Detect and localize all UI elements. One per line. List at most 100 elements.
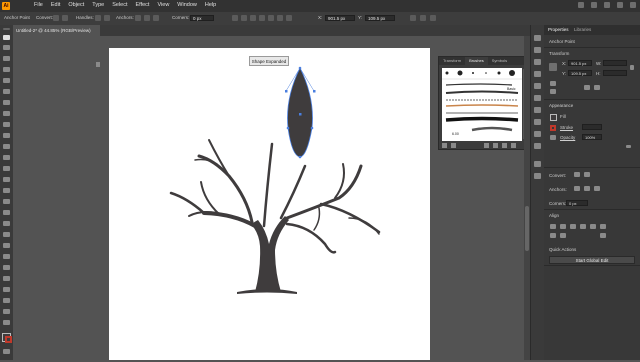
- draw-mode-icon[interactable]: [3, 349, 10, 354]
- magic-wand-tool-icon[interactable]: [3, 56, 10, 61]
- hand-tool-icon[interactable]: [3, 309, 10, 314]
- stroke-label[interactable]: Stroke: [560, 125, 573, 130]
- stroke-weight-input[interactable]: [582, 124, 602, 130]
- flip-vertical-icon[interactable]: [594, 85, 600, 90]
- align-bottom-icon[interactable]: [286, 15, 292, 21]
- remove-stroke-icon[interactable]: [484, 143, 489, 148]
- align-left-icon[interactable]: [241, 15, 247, 21]
- align-top-icon[interactable]: [580, 224, 586, 229]
- convert-to-corner-icon[interactable]: [584, 172, 590, 177]
- transform-h-input[interactable]: [603, 70, 627, 76]
- align-icon[interactable]: [534, 161, 541, 167]
- transform-icon[interactable]: [420, 15, 426, 21]
- align-top-icon[interactable]: [268, 15, 274, 21]
- toolbar-grip[interactable]: [3, 28, 10, 30]
- zoom-tool-icon[interactable]: [3, 320, 10, 325]
- pencil-tool-icon[interactable]: [3, 144, 10, 149]
- rectangle-tool-icon[interactable]: [3, 122, 10, 127]
- curvature-tool-icon[interactable]: [3, 89, 10, 94]
- brush-libraries-icon[interactable]: [442, 143, 447, 148]
- symbol-sprayer-tool-icon[interactable]: [3, 276, 10, 281]
- constrain-proportions-icon[interactable]: [630, 65, 634, 70]
- tab-transform[interactable]: Transform: [439, 57, 465, 65]
- menu-type[interactable]: Type: [92, 2, 104, 8]
- align-center-icon[interactable]: [250, 15, 256, 21]
- convert-to-smooth-icon[interactable]: [574, 172, 580, 177]
- blend-tool-icon[interactable]: [3, 265, 10, 270]
- opacity-input[interactable]: 100%: [582, 134, 602, 140]
- selection-tool-icon[interactable]: [3, 35, 10, 40]
- transform-y-input[interactable]: 109.5 px: [568, 70, 592, 76]
- y-input[interactable]: 109.5 px: [365, 15, 395, 21]
- corners-input[interactable]: 0 px: [190, 15, 214, 21]
- delete-brush-icon[interactable]: [511, 143, 516, 148]
- align-right-icon[interactable]: [259, 15, 265, 21]
- align-right-icon[interactable]: [570, 224, 576, 229]
- scale-tool-icon[interactable]: [3, 177, 10, 182]
- free-transform-tool-icon[interactable]: [3, 199, 10, 204]
- new-brush-icon[interactable]: [502, 143, 507, 148]
- align-bottom-icon[interactable]: [600, 224, 606, 229]
- swatches-icon[interactable]: [534, 71, 541, 77]
- x-input[interactable]: 901.5 px: [325, 15, 355, 21]
- remove-anchor-icon[interactable]: [135, 15, 141, 21]
- gradient-tool-icon[interactable]: [3, 243, 10, 248]
- document-tab[interactable]: Untitled-2* @ 44.85% (RGB/Preview): [13, 25, 100, 36]
- menu-help[interactable]: Help: [205, 2, 216, 8]
- distribute-vertical-icon[interactable]: [560, 233, 566, 238]
- eraser-tool-icon[interactable]: [3, 155, 10, 160]
- tab-symbols[interactable]: Symbols: [488, 57, 511, 65]
- more-options-icon[interactable]: [626, 145, 631, 148]
- perspective-grid-tool-icon[interactable]: [3, 221, 10, 226]
- collapse-arrow-icon[interactable]: [96, 62, 100, 67]
- menu-file[interactable]: File: [34, 2, 43, 8]
- opacity-label[interactable]: Opacity: [560, 135, 575, 140]
- cut-path-icon[interactable]: [144, 15, 150, 21]
- layers-icon[interactable]: [534, 47, 541, 53]
- scrollbar-thumb[interactable]: [525, 206, 529, 251]
- handles-hide-icon[interactable]: [104, 15, 110, 21]
- remove-anchor-points-icon[interactable]: [574, 186, 580, 191]
- gradient-icon[interactable]: [534, 131, 541, 137]
- stroke-swatch-icon[interactable]: [5, 336, 12, 343]
- join-anchors-icon[interactable]: [594, 186, 600, 191]
- stroke-icon[interactable]: [534, 119, 541, 125]
- distribute-horizontal-icon[interactable]: [550, 233, 556, 238]
- mesh-tool-icon[interactable]: [3, 232, 10, 237]
- width-tool-icon[interactable]: [3, 188, 10, 193]
- menu-effect[interactable]: Effect: [136, 2, 150, 8]
- align-middle-icon[interactable]: [277, 15, 283, 21]
- convert-smooth-icon[interactable]: [53, 15, 59, 21]
- search-icon[interactable]: [591, 2, 597, 8]
- brush-list[interactable]: [442, 68, 522, 141]
- connect-anchor-icon[interactable]: [153, 15, 159, 21]
- libraries-icon[interactable]: [534, 35, 541, 41]
- brush-options-icon[interactable]: [493, 143, 498, 148]
- panel-menu-icon[interactable]: [430, 15, 436, 21]
- arrange-icon[interactable]: [578, 2, 584, 8]
- tree-artwork[interactable]: [109, 48, 430, 360]
- tab-properties[interactable]: Properties: [548, 27, 569, 32]
- cut-at-anchor-icon[interactable]: [584, 186, 590, 191]
- flip-horizontal-icon[interactable]: [584, 85, 590, 90]
- tab-libraries[interactable]: Libraries: [574, 27, 591, 32]
- align-to-icon[interactable]: [232, 15, 238, 21]
- menu-edit[interactable]: Edit: [51, 2, 60, 8]
- transform-x-input[interactable]: 901.5 px: [568, 60, 592, 66]
- color-icon[interactable]: [534, 59, 541, 65]
- pen-tool-icon[interactable]: [3, 78, 10, 83]
- menu-view[interactable]: View: [157, 2, 169, 8]
- line-tool-icon[interactable]: [3, 111, 10, 116]
- align-vertical-center-icon[interactable]: [590, 224, 596, 229]
- artboard[interactable]: [109, 48, 430, 360]
- convert-corner-icon[interactable]: [62, 15, 68, 21]
- align-to-selection-icon[interactable]: [600, 233, 606, 238]
- tab-brushes[interactable]: Brushes: [465, 57, 488, 65]
- shape-builder-tool-icon[interactable]: [3, 210, 10, 215]
- rotate-icon[interactable]: [550, 81, 556, 86]
- rotate-tool-icon[interactable]: [3, 166, 10, 171]
- type-tool-icon[interactable]: [3, 100, 10, 105]
- pathfinder-icon[interactable]: [534, 173, 541, 179]
- graphic-styles-icon[interactable]: [534, 107, 541, 113]
- artboard-tool-icon[interactable]: [3, 298, 10, 303]
